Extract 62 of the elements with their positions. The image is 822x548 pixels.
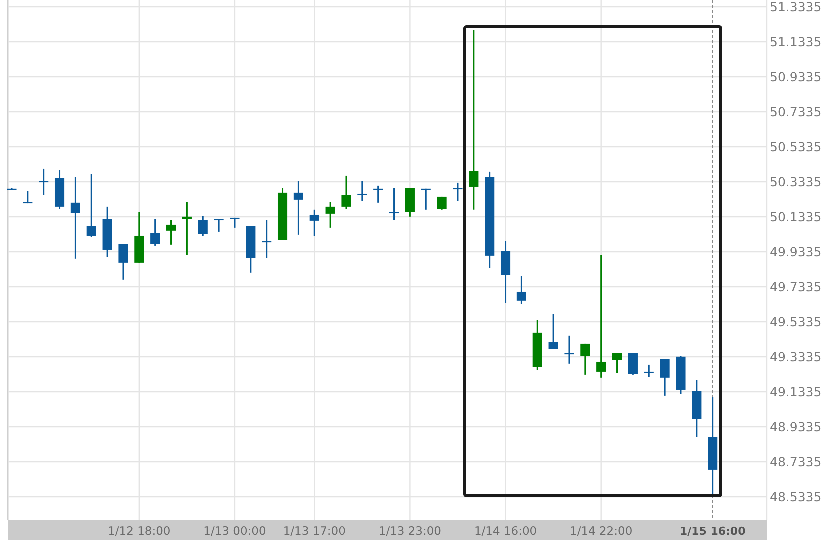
current-time-label: 1/15 16:00 bbox=[680, 525, 746, 538]
axis-label: 50.5335 bbox=[770, 140, 822, 154]
axis-label: 49.9335 bbox=[770, 244, 822, 260]
candlestick bbox=[214, 219, 224, 232]
candlestick bbox=[55, 170, 65, 210]
candlestick bbox=[564, 336, 574, 364]
candlestick bbox=[358, 181, 368, 201]
candlestick bbox=[150, 219, 160, 246]
axis-label: 1/13 17:00 bbox=[283, 524, 346, 538]
axis-label: 50.9335 bbox=[770, 70, 822, 84]
axis-label: 49.1335 bbox=[770, 384, 822, 400]
axis-label: 48.7335 bbox=[770, 454, 822, 470]
axis-label: 1/14 16:00 bbox=[474, 524, 538, 538]
candlestick bbox=[676, 356, 686, 394]
candlestick bbox=[532, 320, 542, 370]
candlestick bbox=[548, 314, 558, 350]
axis-label: 1/13 23:00 bbox=[378, 524, 442, 538]
candlestick bbox=[374, 186, 384, 203]
candlestick bbox=[310, 210, 320, 236]
candlestick bbox=[390, 188, 400, 220]
candlestick bbox=[405, 188, 415, 217]
candlestick bbox=[102, 206, 112, 257]
axis-label: 50.3335 bbox=[770, 174, 822, 190]
candlestick bbox=[421, 188, 431, 210]
axis-label: 1/12 18:00 bbox=[108, 524, 171, 538]
candlestick bbox=[516, 276, 526, 304]
axis-label: 51.1335 bbox=[770, 34, 822, 50]
candlestick bbox=[628, 353, 638, 375]
candlestick bbox=[262, 220, 272, 258]
candlestick bbox=[326, 202, 336, 228]
axis-label: 49.7335 bbox=[770, 280, 822, 294]
candlestick bbox=[278, 188, 288, 240]
candlestick bbox=[118, 244, 128, 280]
candlestick bbox=[134, 212, 144, 263]
candlestick bbox=[7, 188, 17, 190]
candlestick bbox=[39, 168, 49, 196]
candlestick bbox=[230, 218, 240, 228]
axis-label: 50.1335 bbox=[770, 210, 822, 224]
candlestick bbox=[501, 241, 511, 304]
axis-label: 50.7335 bbox=[770, 104, 822, 120]
axis-label: 48.5335 bbox=[770, 490, 822, 504]
candlestick bbox=[437, 196, 447, 210]
candlestick bbox=[453, 182, 463, 201]
candlestick bbox=[166, 220, 176, 245]
candlestick bbox=[342, 176, 352, 210]
axis-label: 1/14 22:00 bbox=[570, 524, 633, 538]
candlestick bbox=[294, 181, 304, 235]
axis-label: 48.9335 bbox=[770, 420, 822, 434]
candlestick bbox=[198, 216, 208, 236]
candlestick bbox=[86, 174, 96, 238]
candlestick bbox=[23, 191, 33, 204]
axis-label: 51.3335 bbox=[770, 0, 822, 14]
candlestick bbox=[692, 380, 702, 438]
axis-label: 49.3335 bbox=[770, 350, 822, 364]
candlestick bbox=[182, 202, 192, 256]
axis-label: 1/13 00:00 bbox=[204, 524, 266, 538]
candlestick bbox=[644, 364, 654, 378]
axis-label: 49.5335 bbox=[770, 314, 822, 330]
candlestick bbox=[612, 353, 622, 374]
candlestick bbox=[660, 359, 670, 396]
candlestick bbox=[246, 226, 256, 273]
candlestick bbox=[580, 344, 590, 375]
